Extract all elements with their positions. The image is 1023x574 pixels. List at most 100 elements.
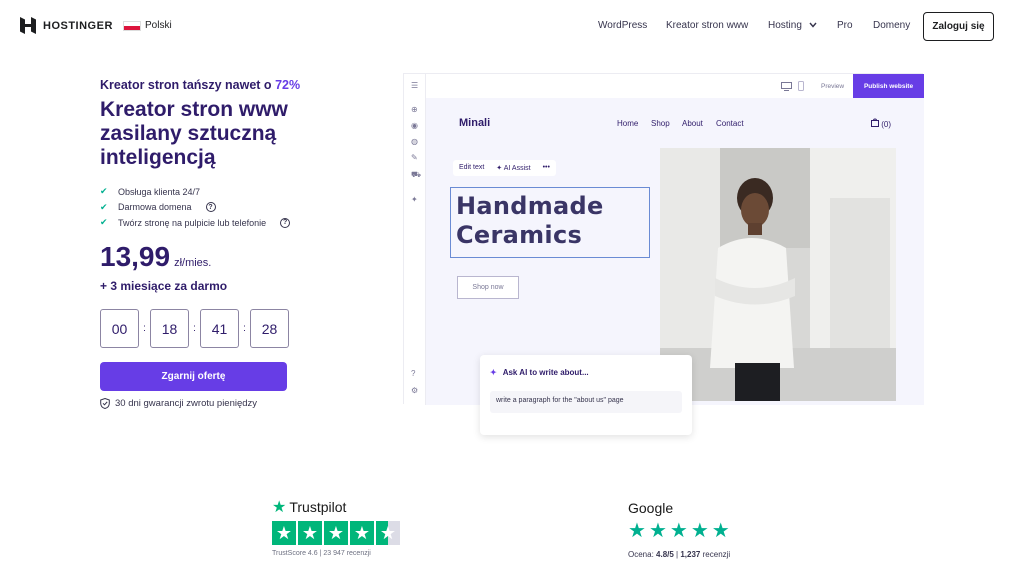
google-rating[interactable]: Google ★ ★ ★ ★ ★ Ocena: 4.8/5 | 1,237 re… xyxy=(628,500,730,559)
shop-now-button[interactable]: Shop now xyxy=(457,276,519,299)
poland-flag-icon xyxy=(123,20,141,31)
timer-days: 00 xyxy=(100,309,139,348)
site-headline: Handmade Ceramics xyxy=(456,192,604,250)
ai-sparkle-icon: ✦ xyxy=(496,165,504,172)
ai-sparkle-icon[interactable]: ✦ xyxy=(411,196,419,204)
trustpilot-stars: ★ ★ ★ ★ ★ xyxy=(272,521,400,545)
chevron-down-icon xyxy=(809,22,817,28)
feature-item: ✔ Twórz stronę na pulpicie lub telefonie… xyxy=(100,215,291,231)
editor-canvas: Minali Home Shop About Contact (0) Edit … xyxy=(426,98,924,435)
store-cart-icon[interactable]: ⛟ xyxy=(411,171,421,179)
google-score: Ocena: 4.8/5 | 1,237 recenzji xyxy=(628,550,730,559)
google-score-value: 4.8/5 xyxy=(656,550,674,559)
feature-item: ✔ Darmowa domena ? xyxy=(100,200,290,216)
nav-pro[interactable]: Pro xyxy=(837,20,853,31)
add-element-icon[interactable]: ⊕ xyxy=(411,106,419,114)
bonus-text: + 3 miesiące za darmo xyxy=(100,279,228,293)
nav-domains[interactable]: Domeny xyxy=(873,20,910,31)
ai-writer-card: ✦ Ask AI to write about... write a parag… xyxy=(480,355,692,435)
language-label: Polski xyxy=(145,20,172,31)
feature-label: Darmowa domena xyxy=(118,202,192,213)
star-icon: ★ xyxy=(628,520,646,542)
price-value: 13,99 xyxy=(100,241,171,272)
star-icon: ★ xyxy=(298,521,322,545)
nav-wordpress[interactable]: WordPress xyxy=(598,20,647,31)
star-icon: ★ xyxy=(648,520,667,542)
shopping-bag-icon xyxy=(871,118,879,127)
header: HOSTINGER Polski WordPress Kreator stron… xyxy=(0,0,1023,52)
shield-check-icon xyxy=(100,398,110,409)
claim-offer-button[interactable]: Zgarnij ofertę xyxy=(100,362,287,391)
site-nav-shop: Shop xyxy=(651,119,670,128)
star-icon: ★ xyxy=(711,520,730,542)
trustpilot-logo: ★ Trustpilot xyxy=(272,497,346,517)
help-icon[interactable]: ? xyxy=(280,217,291,228)
text-toolbar: Edit text ✦ AI Assist ••• xyxy=(453,160,556,176)
ai-card-title: ✦ Ask AI to write about... xyxy=(490,368,589,377)
promo-highlight: 72% xyxy=(275,78,301,92)
check-icon: ✔ xyxy=(100,217,108,228)
feature-label: Twórz stronę na pulpicie lub telefonie xyxy=(118,217,267,228)
trustpilot-score: TrustScore 4.6 | 23 947 recenzji xyxy=(272,550,371,557)
site-cart: (0) xyxy=(871,118,891,129)
price-unit: zł/mies. xyxy=(174,257,212,269)
ai-prompt-input[interactable]: write a paragraph for the "about us" pag… xyxy=(490,391,682,413)
site-nav-home: Home xyxy=(617,119,639,128)
star-icon: ★ xyxy=(350,521,374,545)
website-builder-preview: ☰ ⊕ ◉ ◍ ✎ ⛟ ✦ ? ⚙ Preview Publish websit… xyxy=(403,73,924,435)
help-circle-icon[interactable]: ? xyxy=(411,370,419,378)
more-options-button[interactable]: ••• xyxy=(543,164,550,172)
trustpilot-star-icon: ★ xyxy=(272,499,287,516)
edit-page-icon[interactable]: ✎ xyxy=(411,154,419,162)
site-nav-about: About xyxy=(682,119,703,128)
login-button[interactable]: Zaloguj się xyxy=(923,12,994,41)
nav-website-builder[interactable]: Kreator stron www xyxy=(666,20,748,31)
trustpilot-name: Trustpilot xyxy=(289,499,347,515)
editor-sidebar: ☰ ⊕ ◉ ◍ ✎ ⛟ ✦ ? ⚙ xyxy=(404,74,426,405)
feature-label: Obsługa klienta 24/7 xyxy=(118,186,201,197)
desktop-view-icon[interactable] xyxy=(781,82,792,91)
help-icon[interactable]: ? xyxy=(205,202,216,213)
site-logo: Minali xyxy=(459,117,491,129)
ai-assist-label: AI Assist xyxy=(503,165,531,172)
hero-title: Kreator stron www zasilany sztuczną inte… xyxy=(100,98,288,169)
language-selector[interactable]: Polski xyxy=(123,20,172,31)
menu-icon[interactable]: ☰ xyxy=(411,82,419,90)
publish-website-button[interactable]: Publish website xyxy=(853,74,924,98)
nav-hosting-label: Hosting xyxy=(768,20,802,31)
star-icon: ★ xyxy=(324,521,348,545)
site-nav-contact: Contact xyxy=(716,119,744,128)
price: 13,99 zł/mies. xyxy=(100,241,211,273)
star-icon: ★ xyxy=(690,520,709,542)
guarantee-label: 30 dni gwarancji zwrotu pieniędzy xyxy=(115,398,258,409)
ai-assist-button[interactable]: ✦ AI Assist xyxy=(496,164,530,172)
hero-photo xyxy=(660,148,896,401)
edit-text-button[interactable]: Edit text xyxy=(459,164,484,172)
headline-line: Ceramics xyxy=(456,221,583,249)
cart-count: (0) xyxy=(881,120,892,129)
google-review-label: recenzji xyxy=(702,550,731,559)
hostinger-logo-icon xyxy=(20,17,36,34)
google-score-label: Ocena: xyxy=(628,550,654,559)
star-icon: ★ xyxy=(669,520,688,542)
palette-icon[interactable]: ◍ xyxy=(411,138,419,146)
trustpilot-rating[interactable]: ★ Trustpilot ★ ★ ★ ★ ★ TrustScore 4.6 | … xyxy=(272,497,400,557)
promo-label: Kreator stron tańszy nawet o xyxy=(100,78,272,92)
promo-text: Kreator stron tańszy nawet o 72% xyxy=(100,78,300,92)
check-icon: ✔ xyxy=(100,186,108,197)
feature-item: ✔ Obsługa klienta 24/7 xyxy=(100,184,290,200)
layers-icon[interactable]: ◉ xyxy=(411,122,419,130)
preview-button[interactable]: Preview xyxy=(821,83,844,90)
hostinger-logo[interactable]: HOSTINGER xyxy=(20,17,113,34)
timer-separator: : xyxy=(243,323,246,334)
settings-gear-icon[interactable]: ⚙ xyxy=(411,387,419,395)
nav-hosting[interactable]: Hosting xyxy=(768,20,817,31)
mobile-view-icon[interactable] xyxy=(798,81,804,91)
feature-list: ✔ Obsługa klienta 24/7 ✔ Darmowa domena … xyxy=(100,184,291,231)
google-stars: ★ ★ ★ ★ ★ xyxy=(628,521,730,541)
timer-minutes: 41 xyxy=(200,309,239,348)
check-icon: ✔ xyxy=(100,201,108,212)
woman-ceramist-photo xyxy=(660,148,896,401)
google-review-count: 1,237 xyxy=(680,550,701,559)
guarantee: 30 dni gwarancji zwrotu pieniędzy xyxy=(100,398,257,409)
